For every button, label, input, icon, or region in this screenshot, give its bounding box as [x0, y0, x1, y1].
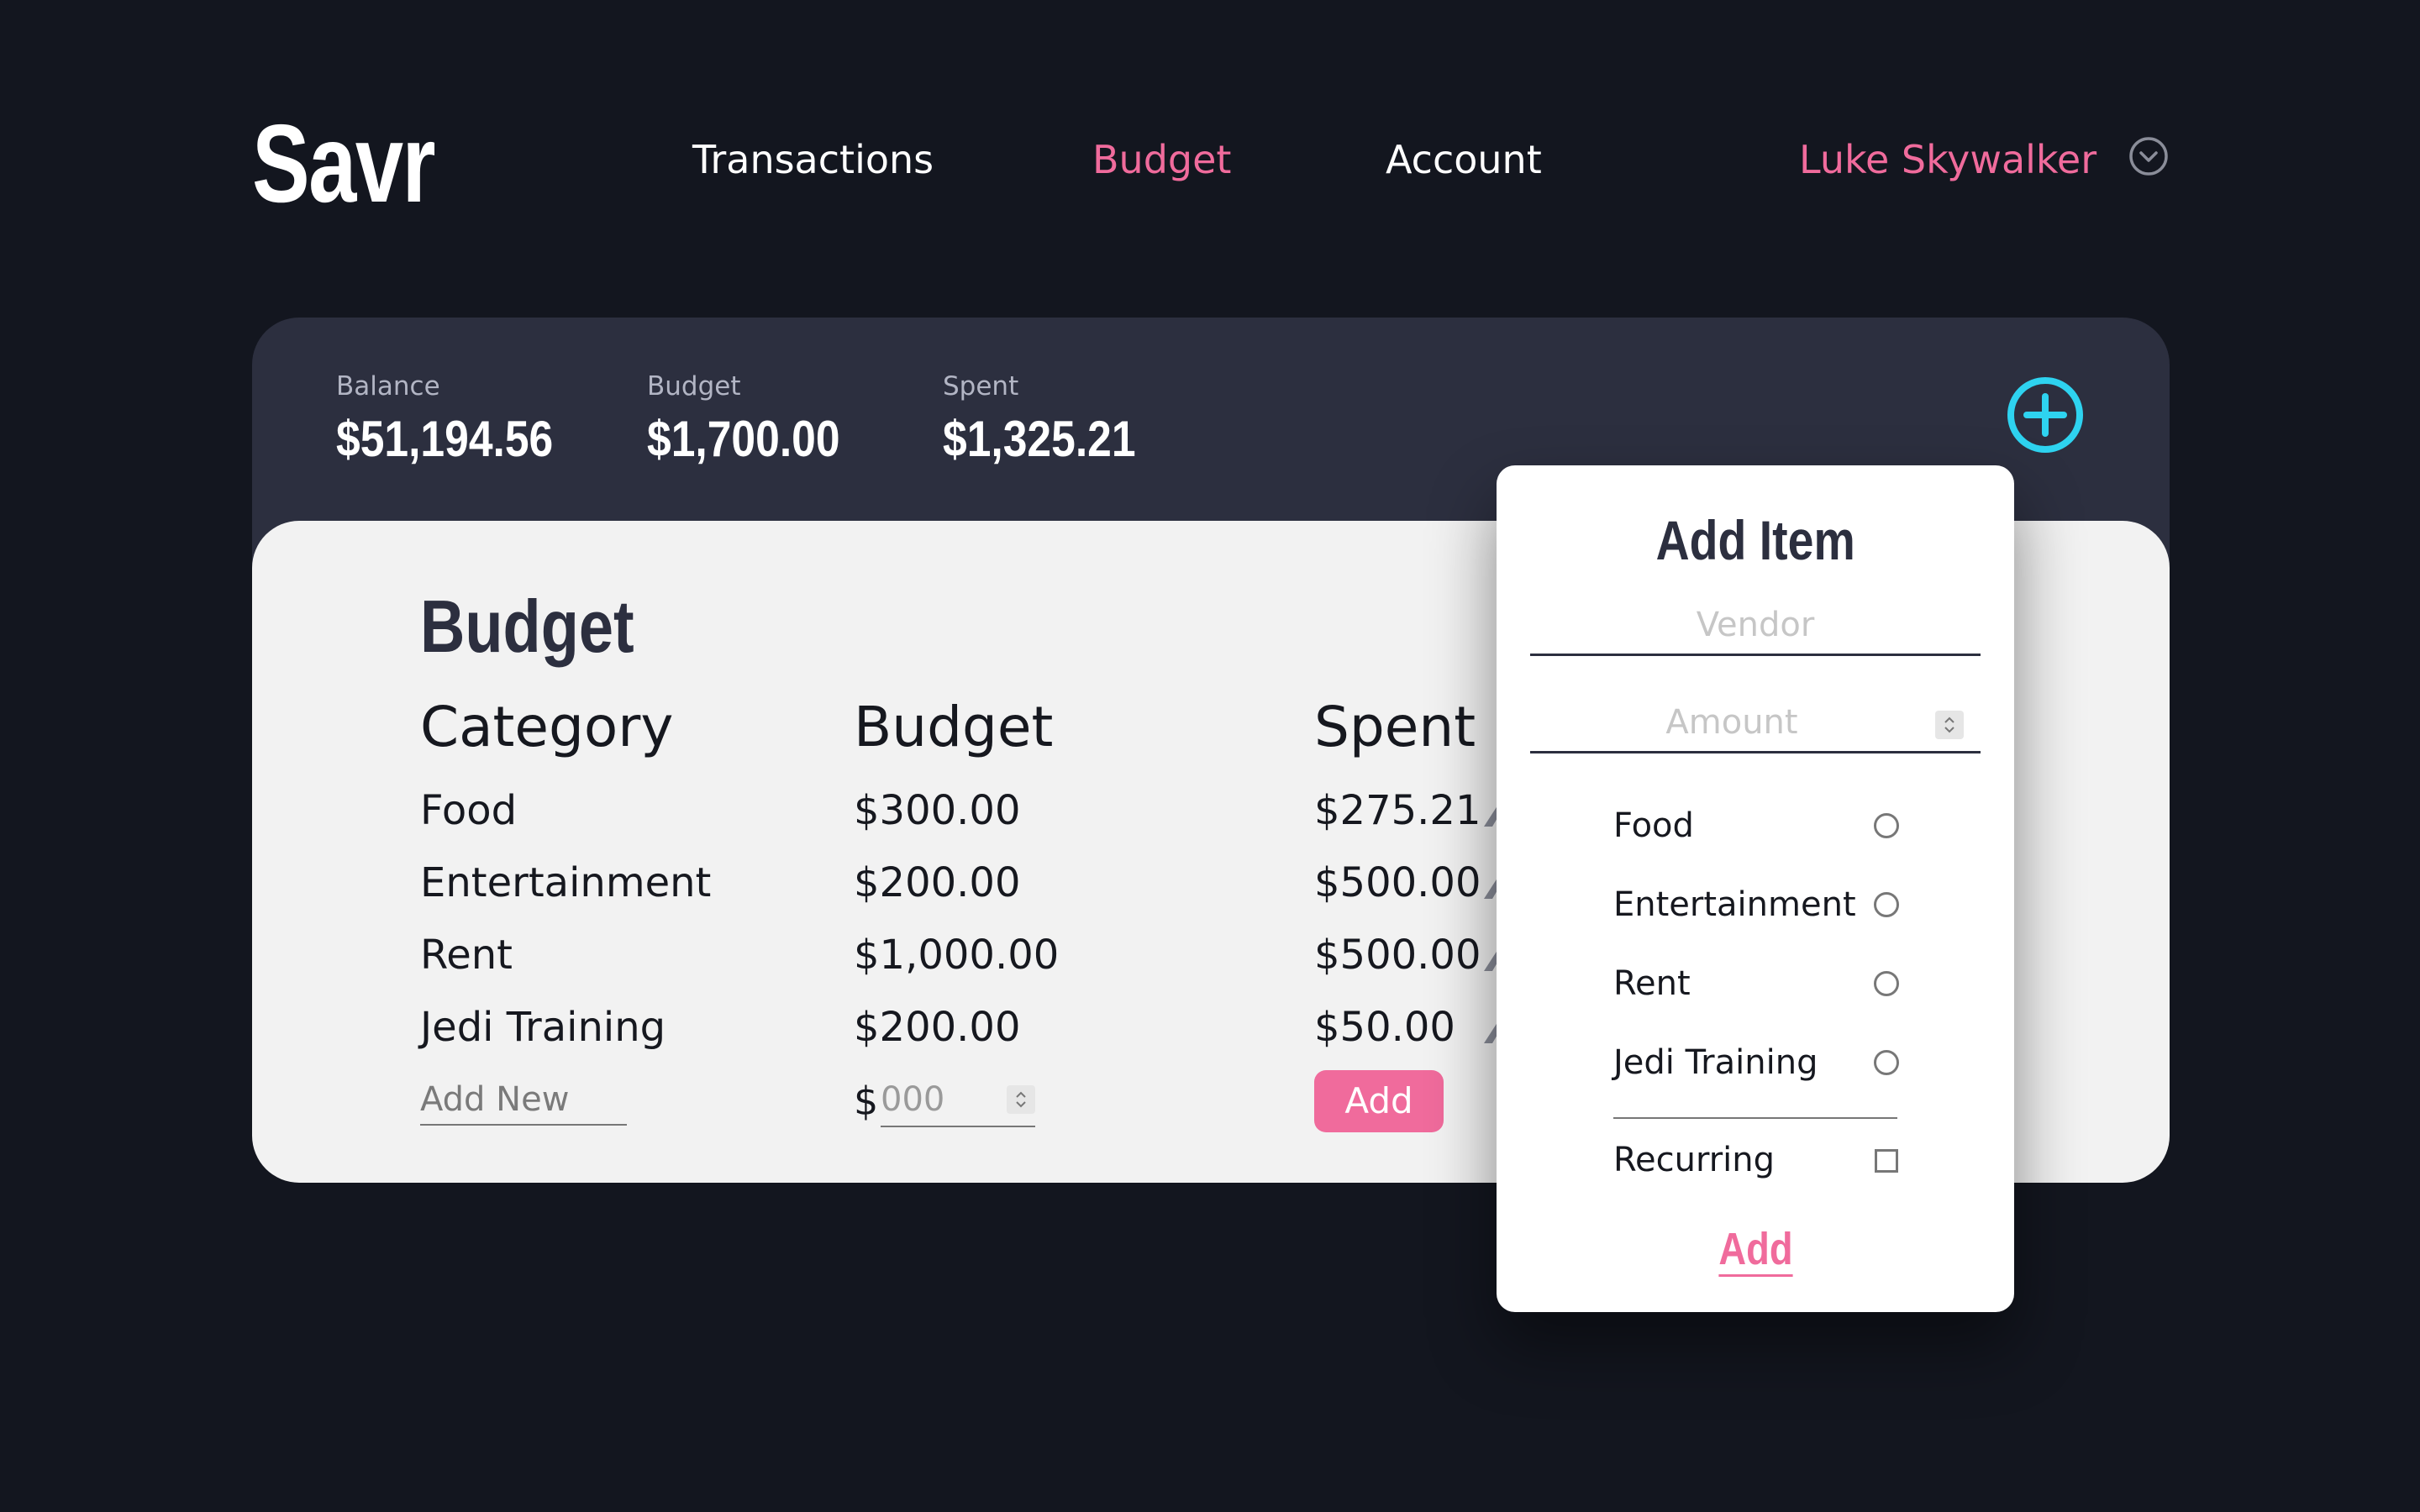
add-item-title-text: Add Item [1655, 509, 1855, 571]
recurring-checkbox[interactable] [1875, 1149, 1898, 1173]
amount-input[interactable] [1530, 697, 1933, 748]
amount-field [1530, 697, 1981, 753]
budget-total-label: Budget [647, 371, 741, 402]
chevron-down-icon[interactable] [2128, 136, 2169, 176]
app-logo: Savr [252, 102, 436, 225]
currency-symbol: $ [854, 1079, 879, 1124]
nav-budget[interactable]: Budget [1092, 134, 1231, 185]
nav-account[interactable]: Account [1386, 134, 1542, 185]
add-item-submit-label: Add [1718, 1224, 1793, 1277]
row-budget: $1,000.00 [854, 932, 1060, 979]
plus-circle-icon[interactable] [2005, 375, 2086, 455]
balance-value: $51,194.56 [336, 411, 554, 467]
row-spent: $50.00 [1314, 1004, 1455, 1051]
category-radio-food[interactable] [1874, 813, 1899, 838]
row-category: Entertainment [420, 859, 712, 906]
row-category: Jedi Training [420, 1004, 666, 1051]
category-option-label: Rent [1613, 964, 1691, 1003]
category-option-label: Jedi Training [1613, 1043, 1818, 1082]
add-item-title: Add Item [1497, 502, 2014, 578]
add-budget-row-button[interactable]: Add [1314, 1070, 1444, 1132]
category-radio-rent[interactable] [1874, 971, 1899, 996]
budget-total-value: $1,700.00 [647, 411, 840, 467]
budget-amount-input[interactable] [881, 1075, 998, 1124]
budget-title: Budget [420, 585, 634, 668]
row-spent: $500.00 [1314, 859, 1481, 906]
row-category: Food [420, 787, 518, 834]
row-spent: $500.00 [1314, 932, 1481, 979]
amount-stepper[interactable] [1935, 711, 1964, 739]
row-budget: $200.00 [854, 1004, 1021, 1051]
category-radio-entertainment[interactable] [1874, 892, 1899, 917]
add-item-submit-button[interactable]: Add [1497, 1218, 2014, 1280]
spent-total-value: $1,325.21 [943, 411, 1136, 467]
amount-stepper[interactable] [1007, 1085, 1035, 1114]
divider [1613, 1117, 1897, 1119]
user-menu-name[interactable]: Luke Skywalker [1799, 134, 2096, 185]
column-header-category: Category [420, 695, 674, 759]
row-budget: $200.00 [854, 859, 1021, 906]
recurring-label: Recurring [1613, 1141, 1775, 1179]
budget-amount-field [881, 1075, 1035, 1127]
vendor-input[interactable] [1530, 600, 1981, 650]
row-spent: $275.21 [1314, 787, 1481, 834]
column-header-budget: Budget [854, 695, 1054, 759]
row-budget: $300.00 [854, 787, 1021, 834]
vendor-field [1530, 600, 1981, 656]
category-option-label: Food [1613, 806, 1694, 845]
add-new-category-input[interactable] [420, 1075, 627, 1126]
nav-transactions[interactable]: Transactions [692, 134, 934, 185]
spent-total-label: Spent [943, 371, 1019, 402]
category-option-label: Entertainment [1613, 885, 1856, 924]
category-radio-jedi-training[interactable] [1874, 1050, 1899, 1075]
column-header-spent: Spent [1314, 695, 1476, 759]
row-category: Rent [420, 932, 513, 979]
balance-label: Balance [336, 371, 440, 402]
